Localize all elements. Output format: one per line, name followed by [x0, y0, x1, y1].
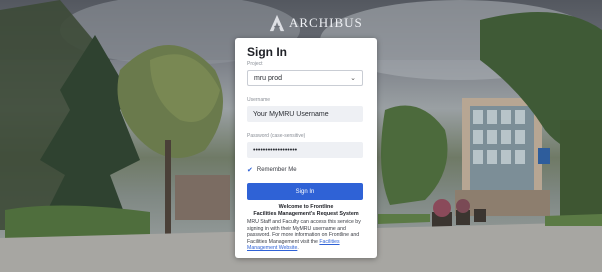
service-description: MRU Staff and Faculty can access this se…	[247, 219, 365, 252]
welcome-heading: Welcome to Frontline Facilities Manageme…	[247, 204, 365, 218]
description-text: MRU Staff and Faculty can access this se…	[247, 219, 361, 245]
remember-me-row[interactable]: ✔ Remember Me	[247, 166, 365, 174]
welcome-line-1: Welcome to Frontline	[278, 204, 334, 210]
password-label: Password (case-sensitive)	[247, 133, 306, 139]
username-input-value: Your MyMRU Username	[253, 110, 329, 118]
project-select-value: mru prod	[254, 74, 283, 82]
project-label: Project	[247, 61, 263, 67]
sign-in-card: Sign In Project mru prod ⌄ Username Your…	[235, 38, 377, 258]
checkmark-icon[interactable]: ✔	[247, 166, 253, 174]
archibus-logo-icon	[269, 14, 285, 32]
username-label: Username	[247, 97, 271, 103]
project-select[interactable]: mru prod ⌄	[247, 70, 363, 86]
description-suffix: .	[297, 245, 299, 252]
username-input[interactable]: Your MyMRU Username	[247, 106, 363, 122]
archibus-logo: ARCHIBUS	[268, 13, 363, 33]
welcome-line-2: Facilities Management's Request System	[253, 211, 359, 217]
remember-me-label: Remember Me	[256, 167, 297, 173]
chevron-down-icon: ⌄	[350, 75, 356, 82]
sign-in-title: Sign In	[247, 45, 287, 59]
password-input-value: ••••••••••••••••••	[253, 146, 298, 154]
password-input[interactable]: ••••••••••••••••••	[247, 142, 363, 158]
sign-in-button[interactable]: Sign In	[247, 183, 363, 200]
logo-text: ARCHIBUS	[289, 15, 363, 30]
